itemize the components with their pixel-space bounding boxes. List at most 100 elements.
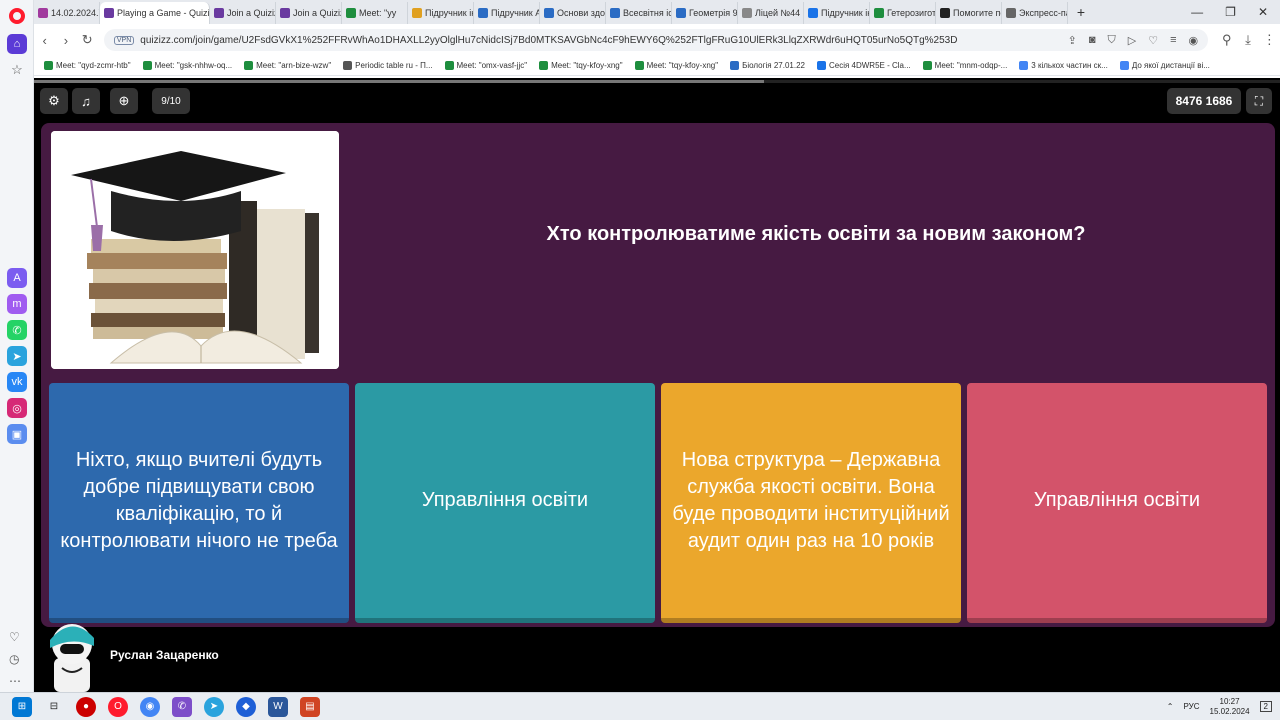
tray-chevron-icon[interactable]: ⌃: [1167, 702, 1174, 711]
browser-tab[interactable]: Всесвітня істо: [606, 2, 672, 24]
home-icon[interactable]: ⌂: [7, 34, 27, 54]
bookmark-item[interactable]: 3 кількох частин ск...: [1019, 61, 1108, 70]
forward-icon[interactable]: ›: [55, 33, 76, 48]
answer-option-1[interactable]: Ніхто, якщо вчителі будуть добре підвищу…: [49, 383, 349, 623]
browser-tab[interactable]: Join a Quizizz: [210, 2, 276, 24]
bookmark-label: Сесія 4DWR5E - Cla...: [828, 61, 911, 70]
bookmark-favicon-icon: [1019, 61, 1029, 70]
bookmark-item[interactable]: Meet: "omx-vasf-jjc": [444, 61, 527, 70]
fullscreen-icon[interactable]: ⛶: [1246, 88, 1272, 114]
play-icon[interactable]: ▷: [1128, 34, 1136, 47]
files-icon[interactable]: ▤: [300, 696, 320, 717]
history-icon[interactable]: ◷: [9, 652, 19, 666]
browser-tab[interactable]: Meet: "yy: [342, 2, 408, 24]
back-icon[interactable]: ‹: [34, 33, 55, 48]
browser-tab[interactable]: Playing a Game - Quizizz: [100, 2, 210, 24]
music-icon[interactable]: ♫: [72, 88, 100, 114]
menu-icon[interactable]: ⋮: [1259, 32, 1280, 48]
bookmark-item[interactable]: Meet: "arn-bize-wzw": [244, 61, 331, 70]
vk-icon[interactable]: vk: [7, 372, 27, 392]
browser-tab[interactable]: Геометрія 9 у: [672, 2, 738, 24]
browser-tab[interactable]: Экспресс-пан: [1002, 2, 1068, 24]
star-icon[interactable]: ☆: [7, 60, 27, 80]
instagram-icon[interactable]: ◎: [7, 398, 27, 418]
aria-icon[interactable]: A: [7, 268, 27, 288]
answer-option-2[interactable]: Управління освіти: [355, 383, 655, 623]
clock-time: 10:27: [1219, 696, 1240, 706]
word-icon[interactable]: W: [268, 696, 288, 717]
task-view-icon[interactable]: ⊟: [44, 697, 64, 717]
share-icon[interactable]: ⇪: [1068, 34, 1077, 47]
maximize-icon[interactable]: ❐: [1225, 5, 1236, 19]
bookmark-item[interactable]: Periodic table ru - П...: [343, 61, 433, 70]
bookmark-label: Periodic table ru - П...: [355, 61, 433, 70]
url-field[interactable]: VPN quizizz.com/join/game/U2FsdGVkX1%252…: [103, 29, 1209, 51]
bookmark-favicon-icon: [142, 61, 152, 70]
account-icon[interactable]: ◉: [1189, 34, 1199, 47]
tab-label: Підручник ін: [821, 8, 870, 18]
bookmark-label: Біологія 27.01.22: [742, 61, 805, 70]
settings-gear-icon[interactable]: ⚙: [40, 88, 68, 114]
close-icon[interactable]: ✕: [1258, 5, 1268, 19]
browser-tab[interactable]: Підручник ін: [408, 2, 474, 24]
bookmark-favicon-icon: [343, 61, 353, 70]
opera-icon[interactable]: O: [108, 696, 128, 717]
bookmark-item[interactable]: Meet: "mnm-odqp-...: [922, 61, 1008, 70]
tab-favicon-icon: [280, 8, 290, 18]
browser-tab[interactable]: Основи здор: [540, 2, 606, 24]
new-tab-button[interactable]: +: [1072, 3, 1090, 21]
heart-icon[interactable]: ♡: [1148, 34, 1158, 47]
browser-tab[interactable]: Підручник ін: [804, 2, 870, 24]
browser-tab[interactable]: Join a Quizizz: [276, 2, 342, 24]
bookmark-label: Meet: "mnm-odqp-...: [934, 61, 1008, 70]
more-icon[interactable]: ⋯: [9, 674, 21, 688]
tab-favicon-icon: [104, 8, 114, 18]
clock[interactable]: 10:27 15.02.2024: [1210, 697, 1250, 717]
browser-tab[interactable]: Помогите по: [936, 2, 1002, 24]
whatsapp-icon[interactable]: ✆: [7, 320, 27, 340]
camera-icon[interactable]: ◙: [1089, 34, 1096, 47]
browser-tab[interactable]: Підручник А: [474, 2, 540, 24]
chrome-icon[interactable]: ◉: [140, 696, 160, 717]
tab-label: Join a Quizizz: [227, 8, 275, 18]
download-icon[interactable]: ⤓: [1237, 32, 1258, 48]
browser-tab[interactable]: Ліцей №44 м: [738, 2, 804, 24]
address-bar: ‹ › ↻ VPN quizizz.com/join/game/U2FsdGVk…: [34, 26, 1280, 54]
extensions-icon[interactable]: ⚲: [1216, 32, 1237, 48]
heart-icon[interactable]: ♡: [9, 630, 20, 644]
bookmark-item[interactable]: Сесія 4DWR5E - Cla...: [816, 61, 911, 70]
easy-setup-icon[interactable]: ≡: [1170, 34, 1176, 47]
bookmark-label: Meet: "arn-bize-wzw": [256, 61, 332, 70]
telegram-icon[interactable]: ➤: [204, 696, 224, 717]
messenger-icon[interactable]: m: [7, 294, 27, 314]
zoom-icon[interactable]: ⊕: [110, 88, 138, 114]
reload-icon[interactable]: ↻: [77, 32, 98, 48]
bookmark-label: Meet: "tqy-kfoy-xng": [646, 61, 719, 70]
shield-icon[interactable]: ⛉: [1107, 34, 1115, 47]
bookmark-item[interactable]: Біологія 27.01.22: [730, 61, 805, 70]
answer-option-3[interactable]: Нова структура – Державна служба якості …: [661, 383, 961, 623]
join-code: 8476 1686: [1167, 88, 1241, 114]
app-icon[interactable]: ◆: [236, 696, 256, 717]
bookmark-item[interactable]: Meet: "tqy-kfoy-xng": [539, 61, 623, 70]
viber-icon[interactable]: ✆: [172, 696, 192, 717]
url-text[interactable]: quizizz.com/join/game/U2FsdGVkX1%252FFRv…: [140, 35, 957, 46]
keyboard-language[interactable]: РУС: [1183, 702, 1199, 711]
windows-start-icon[interactable]: ⊞: [12, 696, 32, 717]
bookmark-favicon-icon: [44, 61, 53, 70]
browser-tab[interactable]: 14.02.2024.Ур: [34, 2, 100, 24]
vpn-badge[interactable]: VPN: [113, 35, 135, 45]
opera-logo-icon[interactable]: [9, 8, 25, 24]
bookmark-item[interactable]: Meet: "tqy-kfoy-xng": [634, 61, 719, 70]
bookmark-item[interactable]: Meet: "qyd-zcmr-htb": [44, 61, 131, 70]
answer-option-4[interactable]: Управління освіти: [967, 383, 1267, 623]
telegram-icon[interactable]: ➤: [7, 346, 27, 366]
minimize-icon[interactable]: —: [1191, 5, 1203, 19]
tab-favicon-icon: [1006, 8, 1016, 18]
browser-tab[interactable]: Гетерозиготн: [870, 2, 936, 24]
notifications-icon[interactable]: 2: [1259, 701, 1272, 712]
bookmark-item[interactable]: До якої дистанції ві...: [1119, 61, 1210, 70]
record-icon[interactable]: ●: [76, 696, 96, 717]
wallet-icon[interactable]: ▣: [7, 424, 27, 444]
bookmark-item[interactable]: Meet: "gsk-nhhw-oq...: [142, 61, 232, 70]
